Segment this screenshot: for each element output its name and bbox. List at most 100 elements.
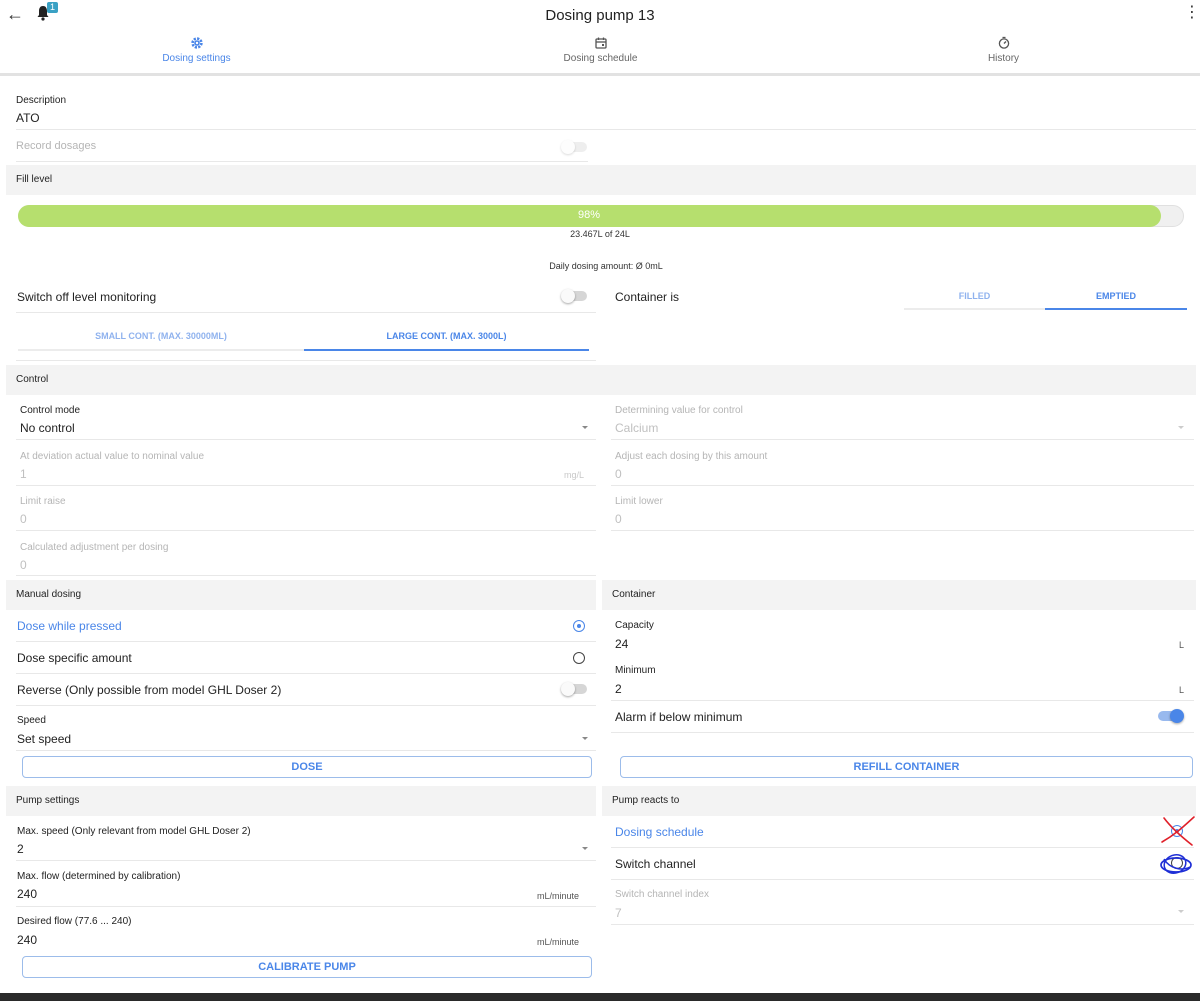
divider	[16, 860, 596, 861]
reverse-toggle[interactable]	[561, 682, 591, 696]
deviation-input[interactable]: 1	[20, 467, 27, 481]
record-dosages-toggle[interactable]	[561, 140, 591, 154]
divider	[611, 847, 1194, 848]
desired-flow-input[interactable]: 240	[17, 933, 37, 947]
small-container-option[interactable]: SMALL CONT. (MAX. 30000ML)	[18, 331, 304, 341]
switch-off-level-label: Switch off level monitoring	[17, 290, 157, 304]
divider	[611, 700, 1194, 701]
dose-specific-amount-radio[interactable]	[573, 652, 585, 664]
capacity-label: Capacity	[615, 620, 654, 631]
limit-lower-label: Limit lower	[615, 496, 663, 507]
divider	[611, 530, 1194, 531]
divider	[16, 705, 596, 706]
divider	[16, 485, 596, 486]
system-bottom-bar	[0, 993, 1200, 1001]
alarm-below-minimum-label: Alarm if below minimum	[615, 710, 743, 724]
container-is-label: Container is	[615, 290, 680, 304]
dosing-schedule-option[interactable]: Dosing schedule	[615, 825, 704, 839]
gear-icon	[190, 37, 203, 49]
max-speed-value: 2	[17, 842, 24, 856]
dropdown-arrow-icon	[1178, 426, 1184, 429]
fill-level-amount: 23.467L of 24L	[570, 229, 630, 239]
determining-value-select[interactable]: Calcium	[615, 421, 658, 435]
segment-track	[18, 349, 304, 351]
alarm-below-minimum-toggle[interactable]	[1156, 709, 1186, 723]
divider	[611, 732, 1194, 733]
divider	[16, 312, 596, 313]
refill-container-button[interactable]: REFILL CONTAINER	[620, 756, 1193, 778]
divider	[16, 575, 596, 576]
limit-raise-label: Limit raise	[20, 496, 66, 507]
pump-reacts-header: Pump reacts to	[602, 786, 1196, 816]
limit-raise-input[interactable]: 0	[20, 512, 27, 526]
divider	[16, 673, 596, 674]
divider	[16, 161, 588, 162]
control-mode-select[interactable]	[16, 400, 596, 440]
minimum-label: Minimum	[615, 665, 656, 676]
calendar-icon	[594, 37, 607, 49]
divider	[611, 439, 1194, 440]
max-flow-unit: mL/minute	[537, 891, 580, 901]
capacity-input[interactable]: 24	[615, 637, 628, 651]
dropdown-arrow-icon	[582, 737, 588, 740]
dropdown-arrow-icon	[582, 847, 588, 850]
dose-while-pressed-radio[interactable]	[573, 620, 585, 632]
description-input[interactable]: ATO	[16, 111, 40, 125]
max-flow-label: Max. flow (determined by calibration)	[17, 871, 181, 882]
dropdown-arrow-icon	[582, 426, 588, 429]
tab-label: Dosing settings	[162, 53, 231, 64]
red-cross-annotation	[1161, 816, 1195, 846]
control-mode-value: No control	[20, 421, 75, 435]
divider	[16, 906, 596, 907]
limit-lower-input[interactable]: 0	[615, 512, 622, 526]
deviation-label: At deviation actual value to nominal val…	[20, 451, 205, 462]
tab-history[interactable]: History	[807, 36, 1200, 74]
large-container-option[interactable]: LARGE CONT. (MAX. 3000L)	[304, 331, 589, 341]
adjust-dosing-input[interactable]: 0	[615, 467, 622, 481]
divider	[16, 750, 596, 751]
desired-flow-label: Desired flow (77.6 ... 240)	[17, 916, 132, 927]
max-flow-input[interactable]: 240	[17, 887, 37, 901]
dose-specific-amount-label[interactable]: Dose specific amount	[17, 651, 132, 665]
desired-flow-unit: mL/minute	[537, 937, 580, 947]
segment-indicator	[1045, 308, 1187, 310]
divider	[16, 360, 596, 361]
dose-while-pressed-label[interactable]: Dose while pressed	[17, 619, 122, 633]
fill-level-percent: 98%	[577, 209, 601, 221]
container-header: Container	[602, 580, 1196, 610]
divider	[611, 879, 1194, 880]
switch-channel-index-select[interactable]: 7	[615, 906, 622, 920]
control-header: Control	[6, 365, 1196, 395]
tab-dosing-schedule[interactable]: Dosing schedule	[404, 36, 797, 74]
page-title: Dosing pump 13	[545, 7, 655, 24]
tab-label: Dosing schedule	[563, 53, 638, 64]
divider	[16, 530, 596, 531]
tab-dosing-settings[interactable]: Dosing settings	[0, 36, 393, 74]
adjust-dosing-label: Adjust each dosing by this amount	[615, 451, 768, 462]
speed-select[interactable]	[16, 710, 596, 750]
switch-channel-option[interactable]: Switch channel	[615, 857, 696, 871]
description-label: Description	[16, 95, 67, 106]
manual-dosing-header: Manual dosing	[6, 580, 596, 610]
divider	[16, 641, 596, 642]
calibrate-pump-button[interactable]: CALIBRATE PUMP	[22, 956, 592, 978]
max-speed-select[interactable]	[16, 822, 596, 860]
speed-value: Set speed	[17, 732, 72, 746]
daily-dosing-amount: Daily dosing amount: Ø 0mL	[549, 261, 663, 271]
fill-level-header: Fill level	[6, 165, 1196, 195]
container-filled-option[interactable]: FILLED	[904, 291, 1045, 301]
minimum-input[interactable]: 2	[615, 682, 622, 696]
tab-indicator-track	[0, 73, 1200, 76]
container-emptied-option[interactable]: EMPTIED	[1045, 291, 1187, 301]
deviation-unit: mg/L	[564, 470, 585, 480]
switch-off-level-toggle[interactable]	[561, 289, 591, 303]
minimum-unit: L	[1179, 685, 1185, 695]
calc-adjustment-value: 0	[20, 558, 27, 572]
divider	[16, 129, 1196, 130]
divider	[611, 924, 1194, 925]
more-vertical-icon[interactable]: ⋮	[1184, 5, 1200, 21]
record-dosages-label: Record dosages	[16, 140, 97, 152]
calc-adjustment-label: Calculated adjustment per dosing	[20, 542, 169, 553]
dropdown-arrow-icon	[1178, 910, 1184, 913]
dose-button[interactable]: DOSE	[22, 756, 592, 778]
